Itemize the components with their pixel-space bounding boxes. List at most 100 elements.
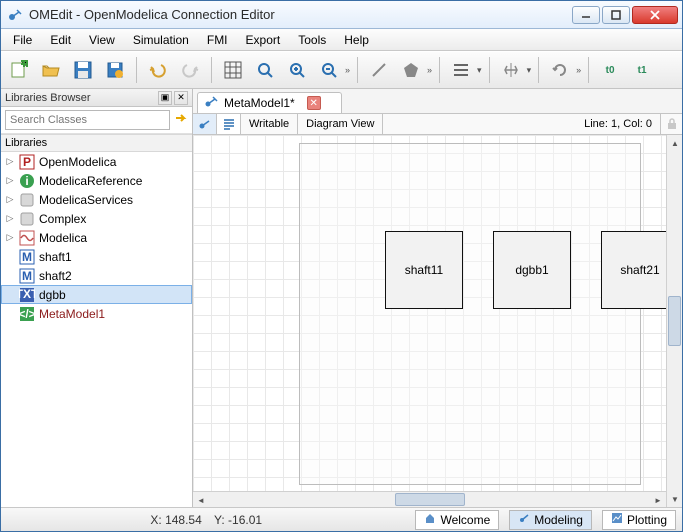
TXT-icon: TXT [19,287,35,303]
app-icon [7,7,23,23]
dock-float-button[interactable]: ▣ [158,91,172,105]
svg-text:</>: </> [19,307,35,321]
tree-item-modelicaservices[interactable]: ▷ModelicaServices [1,190,192,209]
expander-icon[interactable]: ▷ [5,194,15,205]
M-icon: M [19,249,35,265]
document-tabs: MetaModel1* ✕ [193,89,682,113]
menu-bar: File Edit View Simulation FMI Export Too… [1,29,682,51]
t0-button[interactable]: t0 [596,56,624,84]
content-area: Libraries Browser ▣ ✕ Libraries ▷POpenMo… [1,89,682,507]
menu-edit[interactable]: Edit [42,31,79,49]
overflow-icon[interactable]: » [576,65,581,75]
search-go-icon[interactable] [174,112,188,129]
toolbar: » » ▾ ▾ » t0 t1 [1,51,682,89]
scroll-up-icon[interactable]: ▲ [667,135,682,151]
undo-button[interactable] [144,56,172,84]
scroll-thumb[interactable] [668,296,681,346]
icon-view-button[interactable] [193,114,217,134]
menu-view[interactable]: View [81,31,123,49]
tab-metamodel1[interactable]: MetaModel1* ✕ [197,92,342,113]
M-icon: M [19,268,35,284]
new-button[interactable] [5,56,33,84]
tree-item-openmodelica[interactable]: ▷ P OpenModelica [1,152,192,171]
i-icon: i [19,173,35,189]
coordinates-display: X: 148.54 Y: -16.01 [7,513,405,527]
svg-text:TXT: TXT [19,287,35,301]
horizontal-scrollbar[interactable]: ◄ ► [193,491,666,507]
close-button[interactable] [632,6,678,24]
grid-button[interactable] [219,56,247,84]
tree-item-shaft2[interactable]: Mshaft2 [1,266,192,285]
save-button[interactable] [69,56,97,84]
dock-close-button[interactable]: ✕ [174,91,188,105]
flip-button[interactable] [497,56,525,84]
block-dgbb1[interactable]: dgbb1 [493,231,571,309]
tree-item-shaft1[interactable]: Mshaft1 [1,247,192,266]
zoom-fit-button[interactable] [251,56,279,84]
page-boundary [299,143,641,485]
plotting-tab[interactable]: Plotting [602,510,676,530]
menu-tools[interactable]: Tools [290,31,334,49]
overflow-icon[interactable]: » [345,65,350,75]
tree-item-modelicareference[interactable]: ▷iModelicaReference [1,171,192,190]
tree-item-metamodel1[interactable]: </>MetaModel1 [1,304,192,323]
text-view-button[interactable] [217,114,241,134]
expander-icon[interactable]: ▷ [5,232,15,243]
maximize-button[interactable] [602,6,630,24]
lock-icon[interactable] [660,114,682,134]
open-button[interactable] [37,56,65,84]
tree-item-label: Complex [39,212,86,226]
tree-item-complex[interactable]: ▷ Complex [1,209,192,228]
search-input[interactable] [5,110,170,130]
search-row [1,107,192,134]
dock-header: Libraries Browser ▣ ✕ [1,89,192,107]
model-icon [204,95,218,112]
svg-text:i: i [25,174,28,188]
svg-text:P: P [23,155,31,169]
scroll-left-icon[interactable]: ◄ [193,492,209,507]
expander-icon[interactable]: ▷ [5,156,15,167]
line-tool-button[interactable] [365,56,393,84]
welcome-tab[interactable]: Welcome [415,510,499,530]
modeling-tab[interactable]: Modeling [509,510,592,530]
polygon-tool-button[interactable] [397,56,425,84]
app-window: OMEdit - OpenModelica Connection Editor … [0,0,683,532]
view-mode-label: Diagram View [298,114,383,134]
diagram-canvas[interactable]: shaft11dgbb1shaft21 ▲ ▼ ◄ ► [193,135,682,507]
dropdown-icon[interactable]: ▾ [477,65,482,76]
chart-icon [611,512,623,527]
t1-button[interactable]: t1 [628,56,656,84]
zoom-in-button[interactable] [283,56,311,84]
scroll-down-icon[interactable]: ▼ [667,491,682,507]
menu-help[interactable]: Help [336,31,377,49]
rotate-button[interactable] [546,56,574,84]
tab-label: MetaModel1* [224,96,295,110]
tree-item-dgbb[interactable]: TXTdgbb [1,285,192,304]
scroll-right-icon[interactable]: ► [650,492,666,507]
minimize-button[interactable] [572,6,600,24]
block-shaft11[interactable]: shaft11 [385,231,463,309]
scroll-thumb[interactable] [395,493,465,506]
align-button[interactable] [447,56,475,84]
save-all-button[interactable] [101,56,129,84]
menu-fmi[interactable]: FMI [199,31,236,49]
menu-export[interactable]: Export [238,31,289,49]
menu-simulation[interactable]: Simulation [125,31,197,49]
expander-icon[interactable]: ▷ [5,175,15,186]
redo-button[interactable] [176,56,204,84]
wave-icon [19,230,35,246]
status-bar: X: 148.54 Y: -16.01 Welcome Modeling Plo… [1,507,682,531]
dock-title: Libraries Browser [5,92,156,104]
tab-close-button[interactable]: ✕ [307,96,321,110]
vertical-scrollbar[interactable]: ▲ ▼ [666,135,682,507]
dropdown-icon[interactable]: ▾ [527,65,532,76]
box-icon [19,192,35,208]
code-icon: </> [19,306,35,322]
tree-item-modelica[interactable]: ▷Modelica [1,228,192,247]
overflow-icon[interactable]: » [427,65,432,75]
expander-icon[interactable]: ▷ [5,213,15,224]
menu-file[interactable]: File [5,31,40,49]
tree-item-label: OpenModelica [39,155,116,169]
home-icon [424,512,436,527]
zoom-out-button[interactable] [315,56,343,84]
